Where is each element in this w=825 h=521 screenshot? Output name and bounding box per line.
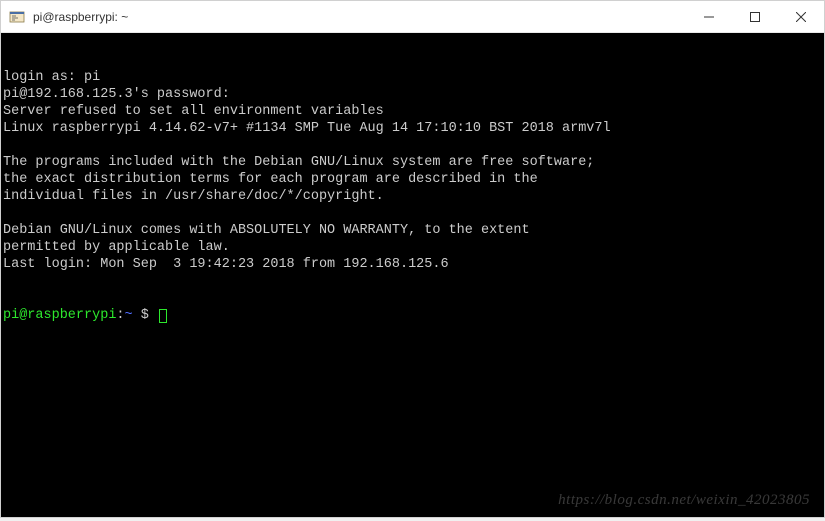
terminal-line: Debian GNU/Linux comes with ABSOLUTELY N… — [3, 222, 822, 239]
prompt-user-host: pi@raspberrypi — [3, 308, 116, 323]
window-controls — [686, 1, 824, 32]
terminal-line — [3, 137, 822, 154]
maximize-button[interactable] — [732, 1, 778, 32]
titlebar[interactable]: pi@raspberrypi: ~ — [1, 1, 824, 33]
terminal-line: login as: pi — [3, 69, 822, 86]
prompt-path: ~ — [125, 308, 133, 323]
terminal-line — [3, 205, 822, 222]
prompt-line: pi@raspberrypi:~ $ — [3, 307, 822, 324]
terminal-line: The programs included with the Debian GN… — [3, 154, 822, 171]
close-button[interactable] — [778, 1, 824, 32]
cursor-icon — [159, 309, 167, 323]
app-window: pi@raspberrypi: ~ login as: pipi@192.168… — [0, 0, 825, 518]
terminal-area[interactable]: login as: pipi@192.168.125.3's password:… — [1, 33, 824, 517]
terminal-line: individual files in /usr/share/doc/*/cop… — [3, 188, 822, 205]
terminal-line: Linux raspberrypi 4.14.62-v7+ #1134 SMP … — [3, 120, 822, 137]
terminal-line: permitted by applicable law. — [3, 239, 822, 256]
window-title: pi@raspberrypi: ~ — [33, 10, 686, 24]
terminal-line: Server refused to set all environment va… — [3, 103, 822, 120]
prompt-symbol: $ — [133, 308, 157, 323]
terminal-line: Last login: Mon Sep 3 19:42:23 2018 from… — [3, 256, 822, 273]
app-icon — [9, 9, 25, 25]
terminal-line: the exact distribution terms for each pr… — [3, 171, 822, 188]
prompt-colon: : — [116, 308, 124, 323]
terminal-line: pi@192.168.125.3's password: — [3, 86, 822, 103]
minimize-button[interactable] — [686, 1, 732, 32]
watermark-text: https://blog.csdn.net/weixin_42023805 — [558, 492, 810, 509]
terminal-output: login as: pipi@192.168.125.3's password:… — [3, 69, 822, 273]
